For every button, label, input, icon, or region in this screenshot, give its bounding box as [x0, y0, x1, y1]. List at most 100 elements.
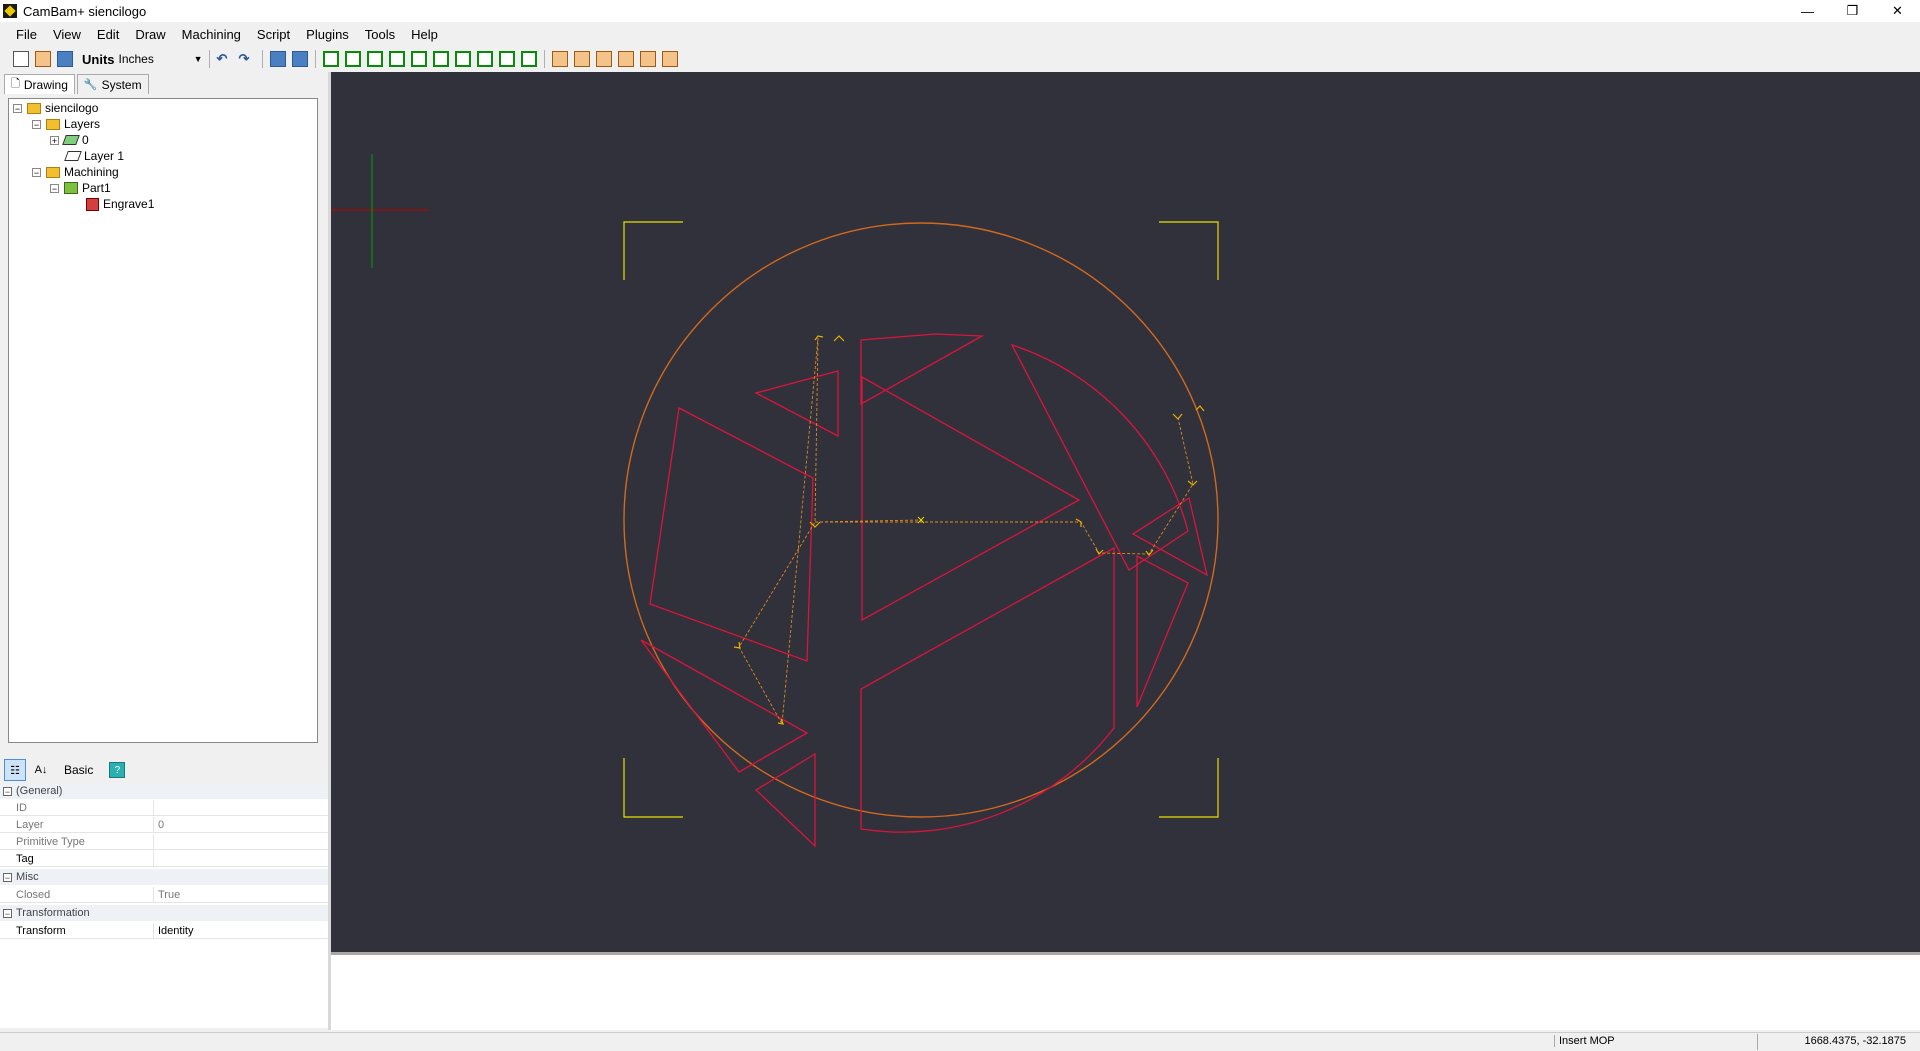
menu-script[interactable]: Script: [249, 27, 298, 42]
pocket-mop-icon[interactable]: [573, 51, 590, 67]
draw-points-icon[interactable]: [366, 51, 383, 67]
toolbar-separator: [261, 50, 263, 68]
logo-shape-bottom-left-small[interactable]: [754, 752, 816, 848]
draw-text-icon[interactable]: [410, 51, 427, 67]
restore-button[interactable]: ❒: [1830, 0, 1875, 22]
save-icon[interactable]: [57, 51, 73, 67]
basic-mode-button[interactable]: Basic: [64, 763, 93, 777]
toolbar-separator: [208, 50, 210, 68]
logo-shape-center-triangle[interactable]: [861, 375, 1081, 622]
category-general[interactable]: − (General): [0, 783, 328, 799]
expand-icon[interactable]: +: [50, 135, 59, 145]
profile-mop-icon[interactable]: [551, 51, 568, 67]
engrave-mop-icon[interactable]: [617, 51, 634, 67]
message-console[interactable]: [331, 955, 1920, 1030]
redo-icon[interactable]: ↷: [239, 51, 255, 67]
menu-file[interactable]: File: [0, 27, 45, 42]
new-file-icon[interactable]: [13, 51, 29, 67]
property-row-closed[interactable]: Closed True: [0, 887, 328, 903]
logo-shapes[interactable]: [640, 333, 1208, 848]
property-value[interactable]: True: [154, 889, 180, 901]
logo-shape-right-small-wedge[interactable]: [1131, 496, 1208, 577]
minimize-button[interactable]: —: [1785, 0, 1830, 22]
property-row-primitive-type[interactable]: Primitive Type: [0, 834, 328, 850]
drawing-canvas[interactable]: [331, 72, 1920, 952]
lathe-mop-icon[interactable]: [639, 51, 656, 67]
title-bar: CamBam+ siencilogo — ❒ ✕: [0, 0, 1920, 22]
tab-system[interactable]: 🔧 System: [76, 74, 149, 94]
tree-item-layer-0[interactable]: + 0: [50, 132, 89, 148]
collapse-icon[interactable]: −: [13, 103, 22, 113]
units-value: Inches: [118, 52, 154, 66]
property-name: Closed: [0, 887, 154, 902]
menu-help[interactable]: Help: [403, 27, 446, 42]
property-name: Tag: [0, 851, 154, 866]
tree-item-engrave1[interactable]: Engrave1: [86, 196, 154, 212]
logo-shape-top-left-wedge[interactable]: [754, 370, 839, 438]
logo-shape-bottom-right-wedge[interactable]: [1136, 554, 1189, 708]
tab-drawing[interactable]: 🗋 Drawing: [4, 74, 75, 94]
menu-draw[interactable]: Draw: [127, 27, 173, 42]
open-folder-icon[interactable]: [35, 51, 51, 67]
menu-edit[interactable]: Edit: [89, 27, 127, 42]
selection-corner: [1159, 221, 1219, 280]
help-icon[interactable]: ?: [109, 762, 126, 778]
snap-to-grid-icon[interactable]: [269, 51, 286, 67]
collapse-icon[interactable]: −: [50, 183, 59, 193]
menu-view[interactable]: View: [45, 27, 89, 42]
property-row-layer[interactable]: Layer 0: [0, 817, 328, 833]
logo-shape-right-arc-segment[interactable]: [1010, 343, 1189, 571]
sort-alpha-icon[interactable]: A↓: [30, 759, 52, 781]
tree-item-machining[interactable]: − Machining: [32, 164, 119, 180]
layer-icon: [62, 135, 80, 145]
category-misc[interactable]: − Misc: [0, 869, 328, 885]
draw-polyline-icon[interactable]: [322, 51, 339, 67]
toolbar-separator: [543, 50, 545, 68]
property-toolbar: ☷ A↓ Basic ?: [0, 758, 328, 782]
property-grid: − (General) ID Layer 0 Primitive Type Ta…: [0, 783, 329, 1028]
categorized-icon[interactable]: ☷: [4, 759, 26, 781]
tab-drawing-label: Drawing: [23, 77, 68, 92]
close-button[interactable]: ✕: [1875, 0, 1920, 22]
property-name: ID: [0, 800, 154, 815]
show-grid-icon[interactable]: [291, 51, 308, 67]
menu-machining[interactable]: Machining: [174, 27, 249, 42]
draw-spline-icon[interactable]: [454, 51, 471, 67]
logo-shape-bottom-arc-segment[interactable]: [860, 546, 1115, 833]
collapse-icon[interactable]: −: [32, 119, 41, 129]
property-row-transform[interactable]: Transform Identity: [0, 923, 328, 939]
logo-shape-left-arc-segment[interactable]: [649, 407, 814, 662]
draw-rectangle-icon[interactable]: [388, 51, 405, 67]
menu-tools[interactable]: Tools: [357, 27, 403, 42]
category-transformation[interactable]: − Transformation: [0, 905, 328, 921]
collapse-icon[interactable]: −: [3, 786, 12, 796]
selection-corner: [1159, 758, 1219, 818]
category-label: Misc: [16, 871, 39, 883]
collapse-icon[interactable]: −: [3, 908, 12, 918]
undo-icon[interactable]: ↶: [217, 51, 233, 67]
property-row-tag[interactable]: Tag: [0, 851, 328, 867]
property-value[interactable]: 0: [154, 819, 164, 831]
drawing-tree[interactable]: − siencilogo − Layers + 0 Layer 1 − Mach…: [8, 98, 318, 743]
draw-lightning-icon[interactable]: [520, 51, 537, 67]
drill-mop-icon[interactable]: [595, 51, 612, 67]
draw-heightmap-icon[interactable]: [498, 51, 515, 67]
page-icon: 🗋: [11, 78, 20, 90]
tree-item-root[interactable]: − siencilogo: [13, 100, 98, 116]
draw-surface-icon[interactable]: [476, 51, 493, 67]
tree-item-part1[interactable]: − Part1: [50, 180, 111, 196]
logo-shape-bottom-left-wedge[interactable]: [640, 639, 809, 773]
property-value[interactable]: Identity: [154, 925, 193, 937]
tree-item-layers[interactable]: − Layers: [32, 116, 100, 132]
units-select[interactable]: Inches ▼: [118, 50, 205, 68]
menu-plugins[interactable]: Plugins: [298, 27, 357, 42]
logo-shape-top-arc-segment[interactable]: [860, 333, 985, 406]
collapse-icon[interactable]: −: [3, 872, 12, 882]
collapse-icon[interactable]: −: [32, 167, 41, 177]
property-row-id[interactable]: ID: [0, 800, 328, 816]
draw-circle-icon[interactable]: [344, 51, 361, 67]
generate-gcode-icon[interactable]: [661, 51, 678, 67]
draw-region-icon[interactable]: [432, 51, 449, 67]
tree-item-layer-1[interactable]: Layer 1: [64, 148, 124, 164]
toolpath-rapids: [738, 337, 1194, 726]
